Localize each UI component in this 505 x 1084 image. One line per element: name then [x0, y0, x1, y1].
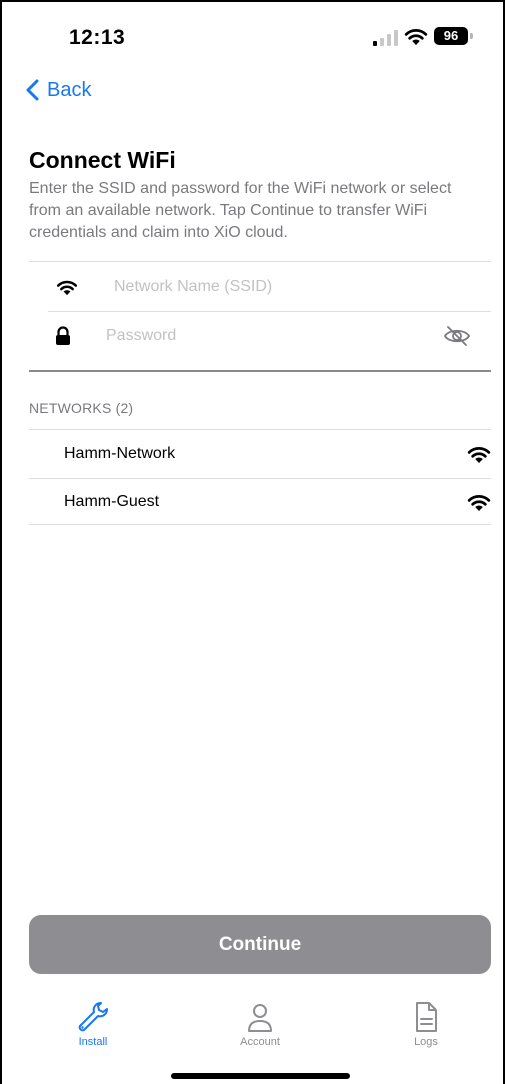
tab-install[interactable]: Install: [53, 1000, 133, 1048]
back-button[interactable]: Back: [25, 76, 91, 104]
network-name: Hamm-Guest: [64, 493, 160, 510]
network-row-hamm-guest[interactable]: Hamm-Guest: [29, 479, 491, 525]
wrench-icon: [78, 1002, 108, 1032]
ssid-input[interactable]: [114, 278, 414, 296]
ssid-field[interactable]: [48, 263, 491, 311]
status-time: 12:13: [69, 26, 126, 49]
wifi-icon: [56, 276, 78, 298]
tab-account[interactable]: Account: [220, 1000, 300, 1048]
home-indicator: [171, 1073, 350, 1079]
divider: [29, 524, 491, 525]
password-field[interactable]: [48, 312, 491, 360]
network-name: Hamm-Network: [64, 445, 176, 462]
password-input[interactable]: [106, 327, 386, 345]
section-divider: [29, 370, 491, 372]
tab-label: Account: [240, 1036, 280, 1048]
tab-logs[interactable]: Logs: [386, 1000, 466, 1048]
person-icon: [248, 1004, 272, 1032]
battery-tip: [470, 33, 473, 39]
back-label: Back: [47, 78, 92, 101]
tab-label: Install: [78, 1036, 108, 1048]
status-bar: 12:13 96: [2, 2, 505, 72]
continue-button[interactable]: Continue: [29, 915, 491, 974]
battery-icon: 96: [434, 27, 468, 45]
document-icon: [416, 1002, 437, 1032]
lock-icon: [52, 325, 74, 347]
page-description: Enter the SSID and password for the WiFi…: [29, 180, 452, 241]
eye-slash-icon[interactable]: [443, 324, 471, 348]
divider: [29, 429, 491, 430]
wifi-icon: [467, 495, 491, 511]
tab-label: Logs: [414, 1036, 438, 1048]
phone-screen: 12:13 96 Back Connect WiFi Enter the SSI…: [0, 0, 505, 1084]
chevron-left-icon: [26, 79, 39, 101]
wifi-icon: [404, 29, 428, 45]
networks-header: NETWORKS (2): [29, 400, 134, 416]
divider: [29, 261, 491, 262]
page-title: Connect WiFi: [29, 147, 176, 173]
wifi-icon: [467, 447, 491, 463]
network-row-hamm-network[interactable]: Hamm-Network: [29, 431, 491, 477]
signal-icon: [373, 30, 398, 46]
